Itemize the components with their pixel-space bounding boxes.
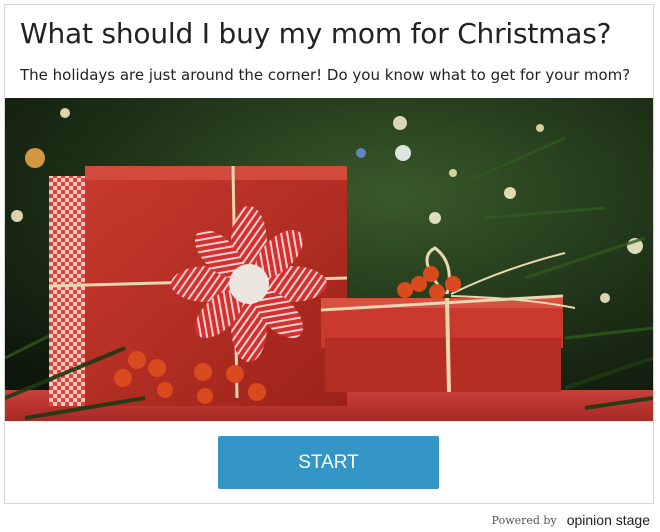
- brand-name: opinion stage: [566, 512, 650, 528]
- start-button[interactable]: START: [218, 436, 439, 489]
- quiz-title: What should I buy my mom for Christmas?: [20, 17, 612, 50]
- powered-by-label: Powered by: [491, 513, 557, 527]
- opinion-stage-logo[interactable]: opinion stage: [567, 512, 650, 528]
- quiz-card: What should I buy my mom for Christmas? …: [4, 4, 654, 504]
- hero-image: [5, 98, 653, 421]
- powered-by[interactable]: Powered by opinion stage: [492, 512, 650, 528]
- quiz-subtitle: The holidays are just around the corner!…: [20, 66, 631, 84]
